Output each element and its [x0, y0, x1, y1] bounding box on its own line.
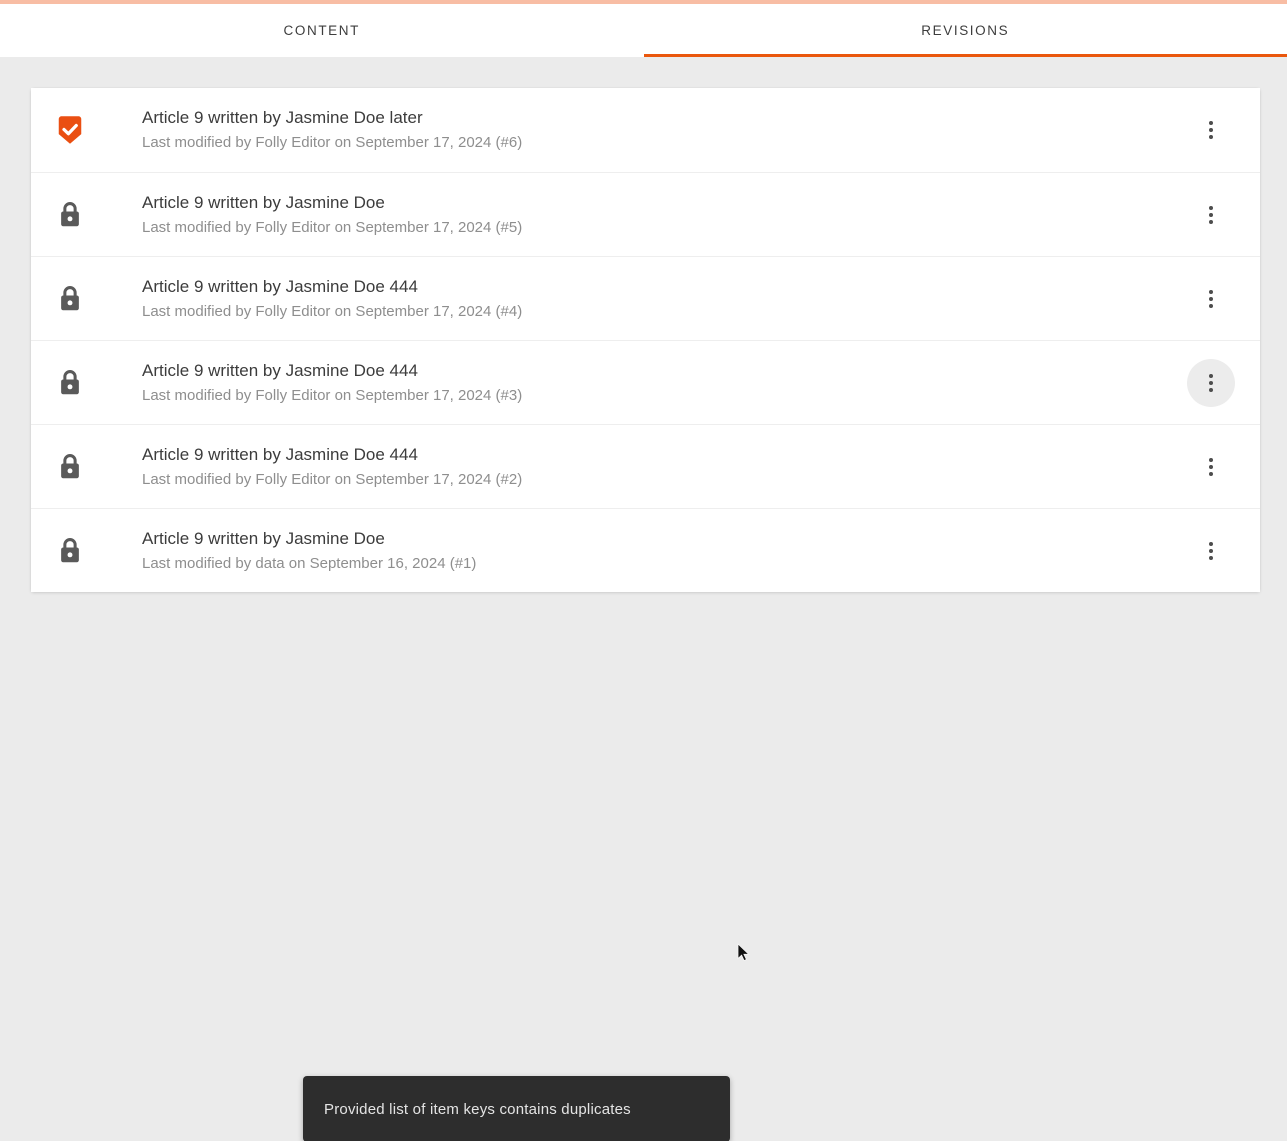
revision-list-item[interactable]: Article 9 written by Jasmine Doe 444 Las… — [31, 424, 1260, 508]
lock-icon — [61, 285, 79, 310]
lock-icon — [61, 453, 79, 478]
revision-title: Article 9 written by Jasmine Doe — [142, 192, 385, 212]
revision-menu-button[interactable] — [1187, 443, 1235, 491]
lock-icon — [53, 533, 87, 569]
revision-menu-button[interactable] — [1187, 358, 1235, 407]
lock-icon — [61, 537, 79, 562]
toast-message: Provided list of item keys contains dupl… — [324, 1100, 631, 1118]
revision-text-block: Article 9 written by Jasmine Doe 444 Las… — [142, 443, 1187, 491]
revision-subtitle: Last modified by Folly Editor on Septemb… — [142, 218, 523, 236]
revision-menu-button[interactable] — [1187, 275, 1235, 323]
revision-title: Article 9 written by Jasmine Doe 444 — [142, 444, 418, 464]
revision-list-item[interactable]: Article 9 written by Jasmine Doe Last mo… — [31, 508, 1260, 592]
lock-icon — [61, 201, 79, 226]
revision-subtitle: Last modified by data on September 16, 2… — [142, 554, 477, 572]
kebab-menu-icon — [1209, 457, 1213, 476]
revision-list-item[interactable]: Article 9 written by Jasmine Doe Last mo… — [31, 172, 1260, 256]
lock-icon — [53, 197, 87, 233]
revision-list-item[interactable]: Article 9 written by Jasmine Doe later L… — [31, 88, 1260, 172]
revision-menu-button[interactable] — [1187, 106, 1235, 154]
revision-menu-button[interactable] — [1187, 527, 1235, 575]
kebab-menu-icon — [1209, 289, 1213, 308]
revision-subtitle: Last modified by Folly Editor on Septemb… — [142, 134, 523, 151]
tab-bar: CONTENT REVISIONS — [0, 4, 1287, 57]
revision-text-block: Article 9 written by Jasmine Doe Last mo… — [142, 191, 1187, 239]
revision-list: Article 9 written by Jasmine Doe later L… — [31, 88, 1260, 592]
revision-list-item[interactable]: Article 9 written by Jasmine Doe 444 Las… — [31, 340, 1260, 424]
revision-title: Article 9 written by Jasmine Doe later — [142, 108, 423, 127]
revision-text-block: Article 9 written by Jasmine Doe later L… — [142, 106, 1187, 154]
revision-title: Article 9 written by Jasmine Doe — [142, 528, 385, 548]
revision-list-item[interactable]: Article 9 written by Jasmine Doe 444 Las… — [31, 256, 1260, 340]
kebab-menu-icon — [1209, 541, 1213, 560]
revision-subtitle: Last modified by Folly Editor on Septemb… — [142, 470, 523, 488]
kebab-menu-icon — [1209, 205, 1213, 224]
toast-snackbar: Provided list of item keys contains dupl… — [303, 1076, 730, 1141]
tab-content[interactable]: CONTENT — [0, 4, 644, 57]
mouse-cursor — [737, 943, 750, 962]
tab-revisions[interactable]: REVISIONS — [643, 4, 1287, 57]
lock-icon — [53, 281, 87, 317]
lock-icon — [53, 365, 87, 401]
lock-icon — [53, 449, 87, 485]
kebab-menu-icon — [1209, 121, 1213, 139]
revision-subtitle: Last modified by Folly Editor on Septemb… — [142, 386, 523, 404]
revision-text-block: Article 9 written by Jasmine Doe Last mo… — [142, 527, 1187, 575]
revision-subtitle: Last modified by Folly Editor on Septemb… — [142, 302, 523, 320]
kebab-menu-icon — [1209, 373, 1213, 392]
revision-text-block: Article 9 written by Jasmine Doe 444 Las… — [142, 359, 1187, 407]
shield-check-icon — [53, 112, 87, 148]
revision-title: Article 9 written by Jasmine Doe 444 — [142, 360, 418, 380]
revision-title: Article 9 written by Jasmine Doe 444 — [142, 276, 418, 296]
revision-menu-button[interactable] — [1187, 191, 1235, 239]
shield-check-icon — [58, 116, 82, 144]
lock-icon — [61, 369, 79, 394]
revision-text-block: Article 9 written by Jasmine Doe 444 Las… — [142, 275, 1187, 323]
